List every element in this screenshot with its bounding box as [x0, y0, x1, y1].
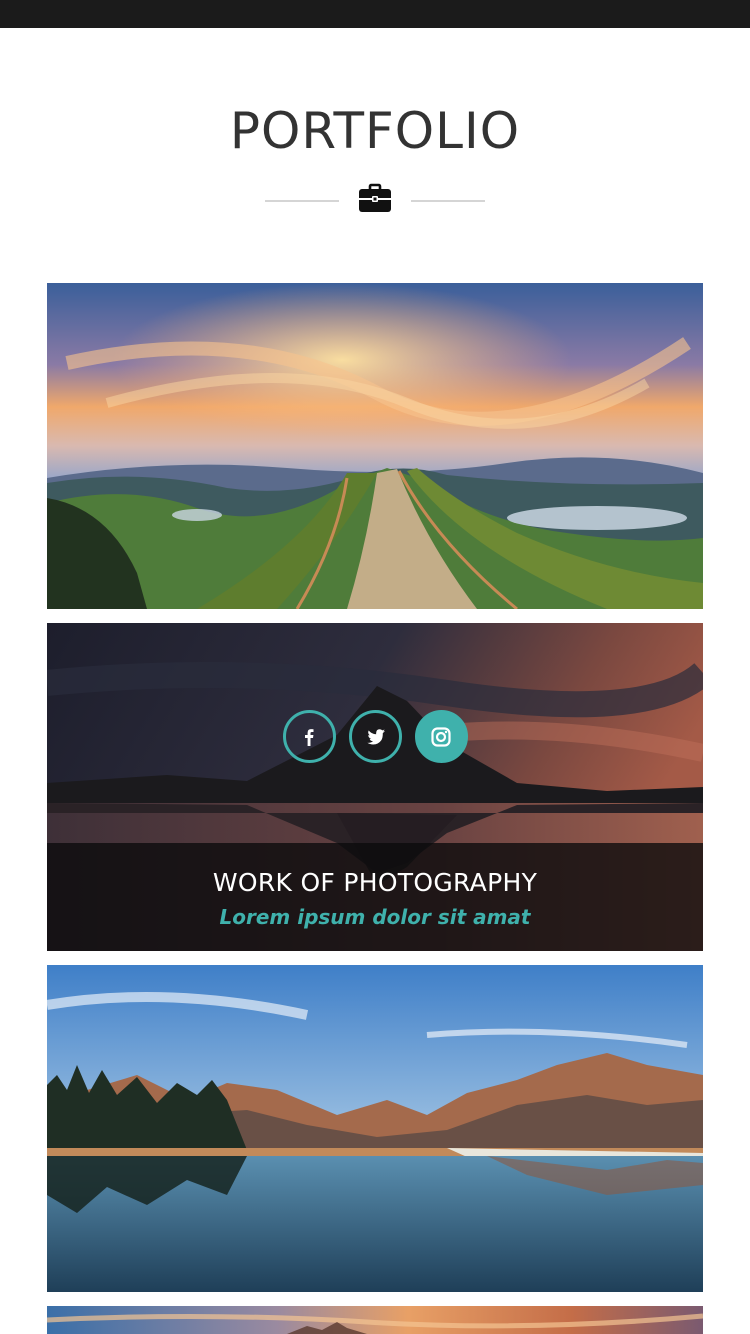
alpine-lake-blue-sky-photo	[47, 965, 703, 1292]
portfolio-item-2[interactable]: WORK OF PHOTOGRAPHY Lorem ipsum dolor si…	[47, 623, 703, 951]
portfolio-item-4[interactable]	[47, 1306, 703, 1334]
portfolio-item-3[interactable]	[47, 965, 703, 1292]
facebook-share-button[interactable]	[282, 710, 336, 763]
portfolio-item-caption: WORK OF PHOTOGRAPHY Lorem ipsum dolor si…	[47, 843, 703, 951]
briefcase-icon	[359, 183, 391, 212]
caption-subtitle: Lorem ipsum dolor sit amat	[219, 905, 531, 929]
page-title: PORTFOLIO	[229, 102, 521, 160]
top-status-bar	[0, 0, 750, 28]
facebook-icon	[305, 728, 314, 746]
portfolio-item-1[interactable]	[47, 283, 703, 609]
mountain-ridge-path-sunset-photo	[47, 283, 703, 609]
sunset-landscape-photo	[47, 1306, 703, 1334]
caption-title: WORK OF PHOTOGRAPHY	[212, 868, 538, 897]
social-share-row	[47, 710, 703, 764]
instagram-share-button[interactable]	[414, 710, 468, 763]
instagram-icon	[431, 726, 451, 747]
title-divider-right	[411, 200, 485, 202]
twitter-share-button[interactable]	[348, 710, 402, 763]
twitter-icon	[367, 728, 385, 744]
title-divider-left	[265, 200, 339, 202]
